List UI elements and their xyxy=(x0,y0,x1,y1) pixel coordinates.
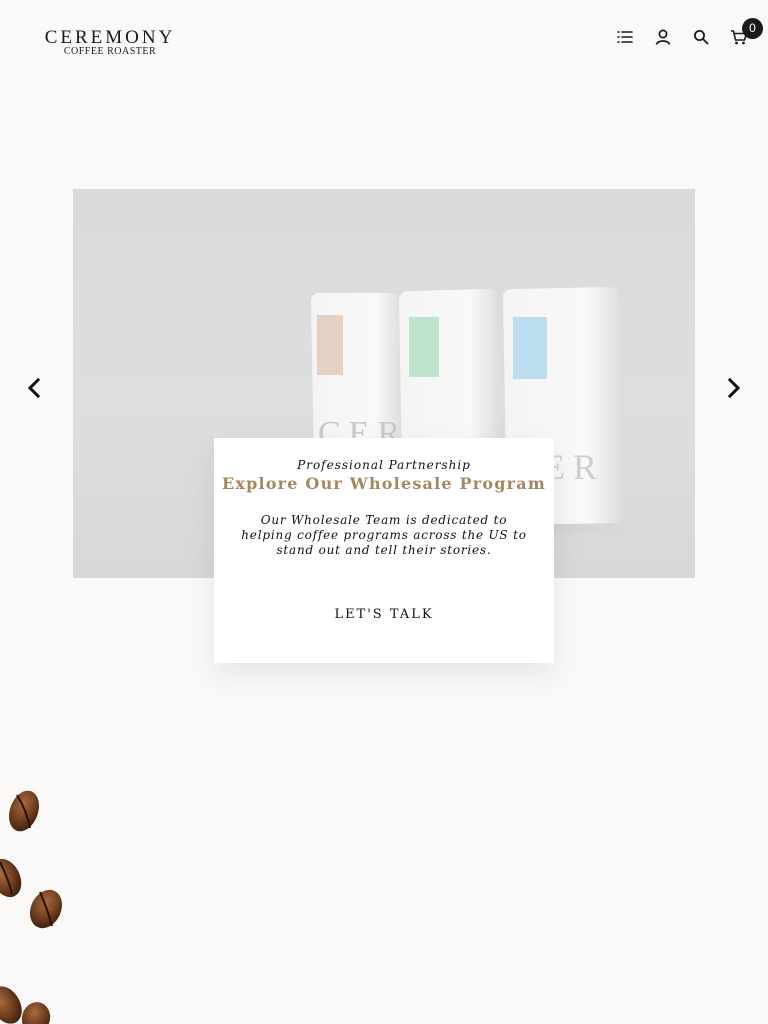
list-icon xyxy=(617,31,633,43)
chevron-right-icon xyxy=(727,377,741,399)
wholesale-promo-card: Professional Partnership Explore Our Who… xyxy=(214,438,554,663)
coffee-beans-decoration xyxy=(0,780,90,1024)
logo-wordmark: CEREMONY xyxy=(44,27,176,48)
card-title: Explore Our Wholesale Program xyxy=(221,474,546,493)
chevron-left-icon xyxy=(27,377,41,399)
search-icon xyxy=(694,30,709,45)
card-kicker: Professional Partnership xyxy=(297,458,471,472)
brand-logo[interactable]: CEREMONY COFFEE ROASTER xyxy=(44,27,176,57)
search-button[interactable] xyxy=(690,26,712,48)
lets-talk-button[interactable]: LET'S TALK xyxy=(214,607,554,622)
user-icon xyxy=(655,29,671,45)
account-button[interactable] xyxy=(652,26,674,48)
cart-count-badge: 0 xyxy=(742,18,763,39)
logo-tagline: COFFEE ROASTER xyxy=(63,46,157,57)
carousel-next-button[interactable] xyxy=(721,376,745,400)
card-description: Our Wholesale Team is dedicated to helpi… xyxy=(241,513,527,557)
menu-list-button[interactable] xyxy=(614,26,636,48)
carousel-prev-button[interactable] xyxy=(23,376,47,400)
